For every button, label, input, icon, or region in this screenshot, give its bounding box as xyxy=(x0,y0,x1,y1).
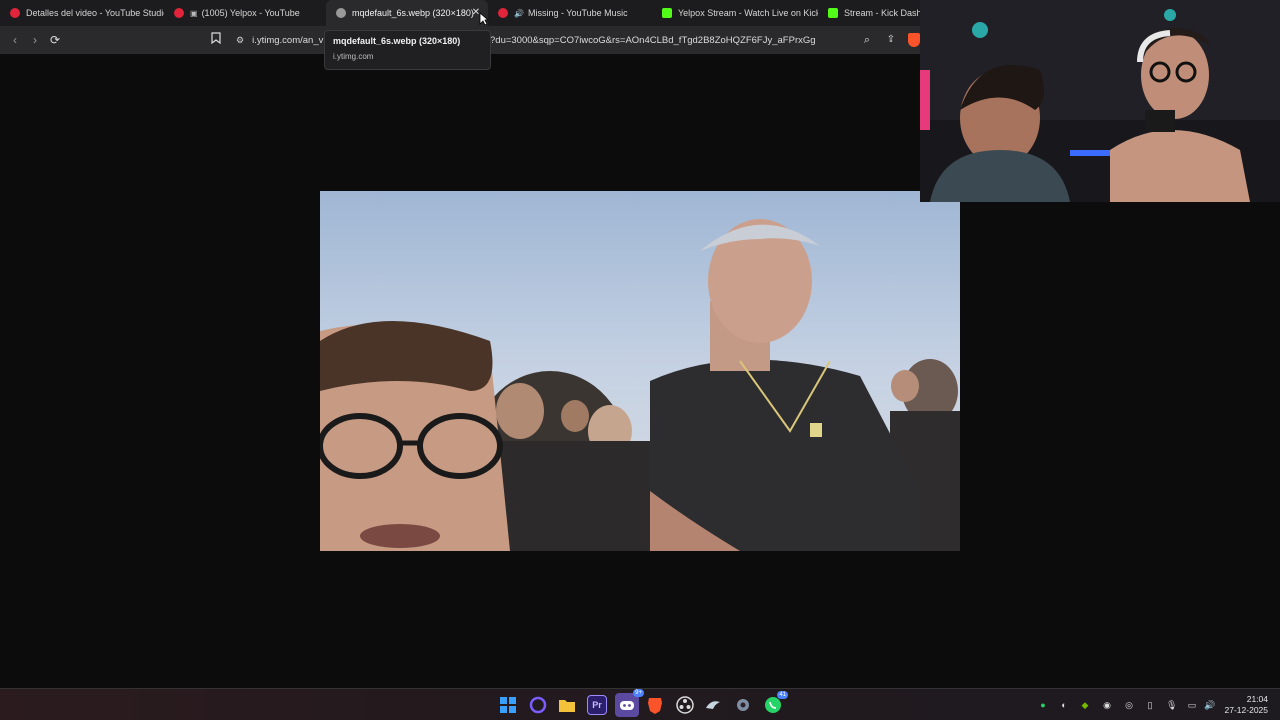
file-explorer-icon[interactable] xyxy=(557,695,577,715)
tab-youtube-studio[interactable]: Detalles del video - YouTube Studio xyxy=(0,0,164,26)
discord-badge: 9+ xyxy=(633,689,644,697)
brave-icon[interactable] xyxy=(645,695,665,715)
share-icon[interactable]: ⇪ xyxy=(882,31,900,49)
tab-tooltip: mqdefault_6s.webp (320×180) i.ytimg.com xyxy=(324,30,491,70)
nvidia-tray-icon[interactable]: ◆ xyxy=(1080,700,1090,710)
speaker-icon: 🔊 xyxy=(514,8,524,18)
site-settings-icon[interactable]: ⚙ xyxy=(236,35,244,46)
tab-label: Detalles del video - YouTube Studio xyxy=(26,8,164,18)
discord-active-icon[interactable]: 9+ xyxy=(615,689,644,717)
clock-time: 21:04 xyxy=(1246,694,1268,704)
obs-icon[interactable] xyxy=(675,695,695,715)
whatsapp-badge: 41 xyxy=(777,691,788,699)
tab-label: Missing - YouTube Music xyxy=(527,8,628,18)
tab-label: Yelpox Stream - Watch Live on Kick xyxy=(678,8,818,18)
tooltip-host: i.ytimg.com xyxy=(333,52,374,61)
tab-youtube[interactable]: ▣ (1005) Yelpox - YouTube xyxy=(164,0,326,26)
tab-label: (1005) Yelpox - YouTube xyxy=(201,8,300,18)
discord-tray-icon[interactable]: ◉ xyxy=(1102,700,1112,710)
globe-icon xyxy=(336,8,346,18)
forward-icon[interactable]: › xyxy=(26,31,44,49)
tab-kick-dashboard[interactable]: Stream - Kick Dashb xyxy=(818,0,920,26)
tooltip-title: mqdefault_6s.webp (320×180) xyxy=(333,36,461,46)
tab-kick-watch[interactable]: Yelpox Stream - Watch Live on Kick xyxy=(652,0,818,26)
volume-icon[interactable]: 🔊 xyxy=(1204,700,1215,710)
taskbar: Pr 9+ 41 ● ◐ ◆ ◉ ◎ ▯ 🎙 ▭ 🔊 21:04 27-12-2… xyxy=(0,688,1280,720)
whatsapp-icon[interactable]: 41 xyxy=(763,691,788,715)
mouse-cursor-icon xyxy=(479,12,489,26)
kick-icon xyxy=(662,8,672,18)
tab-label: Stream - Kick Dashb xyxy=(844,8,920,18)
zoom-icon[interactable]: ⌕ xyxy=(858,31,876,49)
webcam-overlay xyxy=(920,0,1280,202)
youtube-music-icon xyxy=(498,8,508,18)
network-icon[interactable]: ▭ xyxy=(1187,700,1197,710)
system-clock[interactable]: 21:04 27-12-2025 xyxy=(1225,694,1268,716)
microphone-icon[interactable]: 🎙 xyxy=(1166,700,1177,710)
url-text-left: i.ytimg.com/an_v xyxy=(252,34,324,46)
tab-youtube-music[interactable]: 🔊 Missing - YouTube Music xyxy=(488,0,652,26)
media-icon: ▣ xyxy=(190,8,198,18)
tab-image[interactable]: mqdefault_6s.webp (320×180) ✕ xyxy=(326,0,488,26)
back-icon[interactable]: ‹ xyxy=(6,31,24,49)
steam-icon[interactable] xyxy=(703,695,723,715)
tab-strip: Detalles del video - YouTube Studio ▣ (1… xyxy=(0,0,920,26)
usb-tray-icon[interactable]: ▯ xyxy=(1145,700,1155,710)
url-text-right: ?du=3000&sqp=CO7iwcoG&rs=AOn4CLBd_fTgd2B… xyxy=(490,34,816,46)
whatsapp-tray-icon[interactable]: ● xyxy=(1038,700,1048,710)
obs-tray-icon[interactable]: ◎ xyxy=(1124,700,1134,710)
youtube-studio-icon xyxy=(10,8,20,18)
reload-icon[interactable]: ⟳ xyxy=(46,31,64,49)
settings-icon[interactable] xyxy=(733,695,753,715)
bookmark-icon[interactable] xyxy=(207,31,225,49)
clock-date: 27-12-2025 xyxy=(1224,705,1268,715)
tab-label: mqdefault_6s.webp (320×180) xyxy=(352,8,474,18)
steam-tray-icon[interactable]: ◐ xyxy=(1059,700,1069,710)
cortana-icon[interactable] xyxy=(528,695,548,715)
youtube-icon xyxy=(174,8,184,18)
windows-start-icon[interactable] xyxy=(498,695,518,715)
premiere-icon[interactable]: Pr xyxy=(587,695,607,715)
kick-icon xyxy=(828,8,838,18)
displayed-image[interactable] xyxy=(320,191,960,551)
screen: Detalles del video - YouTube Studio ▣ (1… xyxy=(0,0,1280,720)
brave-shields-icon[interactable] xyxy=(908,33,920,47)
